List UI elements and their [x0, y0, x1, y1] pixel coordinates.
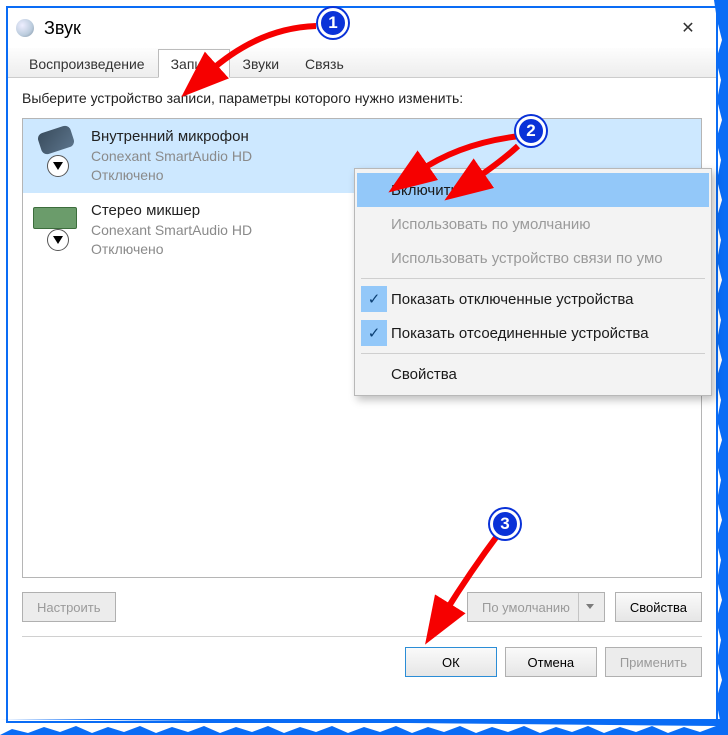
tab-communications[interactable]: Связь: [292, 49, 357, 78]
callout-badge-3: 3: [490, 509, 520, 539]
configure-button[interactable]: Настроить: [22, 592, 116, 622]
ok-button[interactable]: ОК: [405, 647, 497, 677]
menu-separator: [361, 278, 705, 279]
device-driver: Conexant SmartAudio HD: [91, 147, 691, 166]
callout-badge-2: 2: [516, 116, 546, 146]
device-name: Внутренний микрофон: [91, 127, 691, 147]
menu-show-disconnected[interactable]: ✓ Показать отсоединенные устройства: [357, 316, 709, 350]
window-title: Звук: [44, 18, 81, 39]
sound-icon: [16, 19, 34, 37]
device-context-menu: Включить Использовать по умолчанию Испол…: [354, 168, 712, 396]
disabled-badge-icon: [47, 155, 69, 177]
menu-label: Показать отключенные устройства: [391, 291, 634, 308]
set-default-label: По умолчанию: [482, 600, 570, 615]
check-icon: ✓: [361, 320, 387, 346]
menu-separator: [361, 353, 705, 354]
tab-sounds[interactable]: Звуки: [230, 49, 293, 78]
button-row: Настроить По умолчанию Свойства: [8, 578, 716, 622]
sound-settings-window: Звук ✕ Воспроизведение Запись Звуки Связ…: [6, 6, 718, 723]
chevron-down-icon: [578, 593, 600, 621]
check-icon: ✓: [361, 286, 387, 312]
properties-button[interactable]: Свойства: [615, 592, 702, 622]
instruction-text: Выберите устройство записи, параметры ко…: [22, 90, 702, 106]
dialog-footer: ОК Отмена Применить: [8, 637, 716, 687]
stereo-mixer-icon: [33, 201, 79, 247]
menu-properties[interactable]: Свойства: [357, 357, 709, 391]
menu-enable[interactable]: Включить: [357, 173, 709, 207]
tabs: Воспроизведение Запись Звуки Связь: [8, 48, 716, 78]
callout-badge-1: 1: [318, 8, 348, 38]
menu-show-disabled[interactable]: ✓ Показать отключенные устройства: [357, 282, 709, 316]
cancel-button[interactable]: Отмена: [505, 647, 597, 677]
menu-set-default[interactable]: Использовать по умолчанию: [357, 207, 709, 241]
menu-label: Показать отсоединенные устройства: [391, 325, 649, 342]
microphone-icon: [33, 127, 79, 173]
disabled-badge-icon: [47, 229, 69, 251]
close-icon[interactable]: ✕: [668, 13, 708, 43]
apply-button[interactable]: Применить: [605, 647, 702, 677]
tab-recording[interactable]: Запись: [158, 49, 230, 78]
menu-set-default-communication[interactable]: Использовать устройство связи по умо: [357, 241, 709, 275]
titlebar: Звук ✕: [8, 8, 716, 48]
set-default-dropdown[interactable]: По умолчанию: [467, 592, 605, 622]
tab-playback[interactable]: Воспроизведение: [16, 49, 158, 78]
